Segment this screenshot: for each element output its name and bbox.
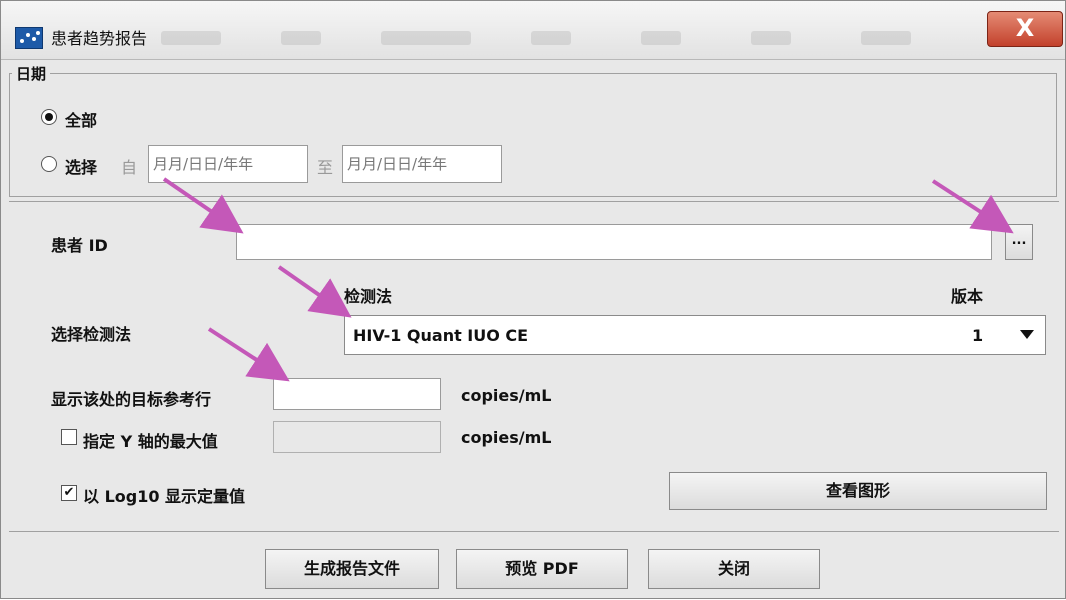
patient-id-input[interactable] [236, 224, 992, 260]
close-icon: X [1015, 14, 1035, 42]
date-to-input[interactable]: 月月/日日/年年 [342, 145, 502, 183]
app-icon [15, 27, 43, 49]
log10-checkbox[interactable]: ✔ [61, 485, 77, 501]
title-bar: 患者趋势报告 X [1, 1, 1065, 60]
date-all-label: 全部 [65, 111, 98, 130]
date-group-legend: 日期 [16, 65, 47, 83]
assay-dropdown[interactable]: HIV-1 Quant IUO CE 1 [344, 315, 1046, 355]
version-column-header: 版本 [951, 287, 984, 306]
target-line-label: 显示该处的目标参考行 [51, 390, 212, 409]
assay-dropdown-value: HIV-1 Quant IUO CE [353, 326, 529, 345]
window-title: 患者趋势报告 [51, 29, 148, 48]
preview-pdf-button[interactable]: 预览 PDF [456, 549, 628, 589]
assay-dropdown-version: 1 [972, 326, 984, 345]
date-to-label: 至 [317, 158, 334, 177]
log10-label: 以 Log10 显示定量值 [83, 487, 246, 506]
date-select-label: 选择 [65, 158, 98, 177]
chevron-down-icon [1020, 330, 1034, 339]
checkmark-icon: ✔ [63, 485, 75, 500]
assay-column-header: 检测法 [344, 287, 393, 306]
patient-id-label: 患者 ID [51, 236, 108, 255]
annotation-arrow [277, 265, 352, 318]
close-window-button[interactable]: X [987, 11, 1063, 47]
y-max-checkbox[interactable] [61, 429, 77, 445]
annotation-arrow [207, 327, 290, 382]
target-line-unit: copies/mL [461, 386, 552, 405]
close-button[interactable]: 关闭 [648, 549, 820, 589]
date-all-radio[interactable] [41, 109, 57, 125]
generate-report-button[interactable]: 生成报告文件 [265, 549, 439, 589]
patient-browse-button[interactable]: ... [1005, 224, 1033, 260]
ellipsis-icon: ... [1011, 233, 1027, 248]
footer-divider [9, 531, 1059, 532]
target-line-input[interactable] [273, 378, 441, 410]
date-select-radio[interactable] [41, 156, 57, 172]
y-max-input[interactable] [273, 421, 441, 453]
patient-trend-report-dialog: 患者趋势报告 X 日期 全部 选择 自 月月/日日/年年 至 月月/日日/年年 … [0, 0, 1066, 599]
section-divider [9, 201, 1059, 202]
select-assay-label: 选择检测法 [51, 325, 132, 344]
y-max-unit: copies/mL [461, 428, 552, 447]
y-max-label: 指定 Y 轴的最大值 [83, 432, 218, 451]
view-graph-button[interactable]: 查看图形 [669, 472, 1047, 510]
date-from-label: 自 [121, 158, 138, 177]
date-from-input[interactable]: 月月/日日/年年 [148, 145, 308, 183]
